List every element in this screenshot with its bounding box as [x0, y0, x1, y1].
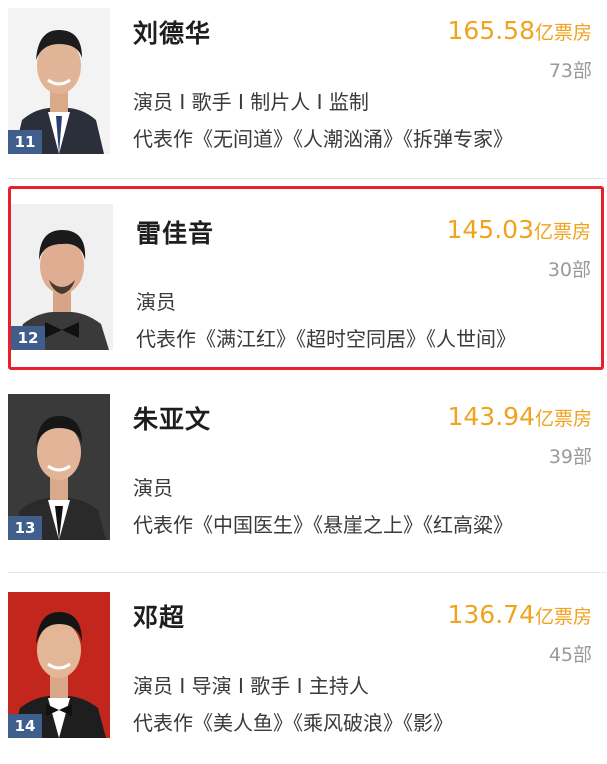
roles-text: 演员 I 导演 I 歌手 I 主持人	[133, 674, 369, 698]
rank-badge: 14	[8, 714, 42, 738]
film-count: 45部	[548, 644, 592, 666]
divider	[8, 178, 606, 179]
film-count: 73部	[548, 60, 592, 82]
box-office: 145.03亿票房	[447, 215, 592, 244]
representative-works: 代表作《中国医生》《悬崖之上》《红高粱》	[133, 513, 513, 537]
star-card[interactable]: 11 刘德华 165.58亿票房 73部 演员 I 歌手 I 制片人 I 监制 …	[0, 0, 607, 180]
roles-text: 演员	[136, 290, 176, 314]
star-card-highlighted[interactable]: 12 雷佳音 145.03亿票房 30部 演员 代表作《满江红》《超时空同居》《…	[8, 186, 604, 370]
rank-badge: 12	[11, 326, 45, 350]
box-office: 143.94亿票房	[448, 402, 593, 431]
star-photo: 12	[11, 204, 113, 350]
representative-works: 代表作《美人鱼》《乘风破浪》《影》	[133, 711, 453, 735]
film-count: 39部	[548, 446, 592, 468]
representative-works: 代表作《满江红》《超时空同居》《人世间》	[136, 327, 516, 351]
star-photo: 11	[8, 8, 110, 154]
star-name[interactable]: 朱亚文	[133, 400, 211, 436]
box-office-value: 143.94	[447, 402, 535, 431]
box-office: 165.58亿票房	[448, 16, 593, 45]
box-office-value: 165.58	[447, 16, 535, 45]
box-office-value: 136.74	[447, 600, 535, 629]
box-office-value: 145.03	[446, 215, 534, 244]
representative-works: 代表作《无间道》《人潮汹涌》《拆弹专家》	[133, 127, 513, 151]
star-photo: 13	[8, 394, 110, 540]
star-card[interactable]: 14 邓超 136.74亿票房 45部 演员 I 导演 I 歌手 I 主持人 代…	[0, 584, 607, 764]
box-office-unit: 亿票房	[534, 606, 592, 628]
roles-text: 演员	[133, 476, 173, 500]
box-office-unit: 亿票房	[534, 408, 592, 430]
rank-badge: 13	[8, 516, 42, 540]
box-office: 136.74亿票房	[448, 600, 593, 629]
roles-text: 演员 I 歌手 I 制片人 I 监制	[133, 90, 369, 114]
divider	[8, 572, 606, 573]
star-name[interactable]: 刘德华	[133, 14, 211, 50]
box-office-unit: 亿票房	[533, 221, 591, 243]
star-name[interactable]: 邓超	[133, 598, 185, 634]
rank-badge: 11	[8, 130, 42, 154]
star-card[interactable]: 13 朱亚文 143.94亿票房 39部 演员 代表作《中国医生》《悬崖之上》《…	[0, 386, 607, 566]
film-count: 30部	[547, 259, 591, 281]
star-photo: 14	[8, 592, 110, 738]
star-name[interactable]: 雷佳音	[136, 214, 214, 250]
box-office-unit: 亿票房	[534, 22, 592, 44]
